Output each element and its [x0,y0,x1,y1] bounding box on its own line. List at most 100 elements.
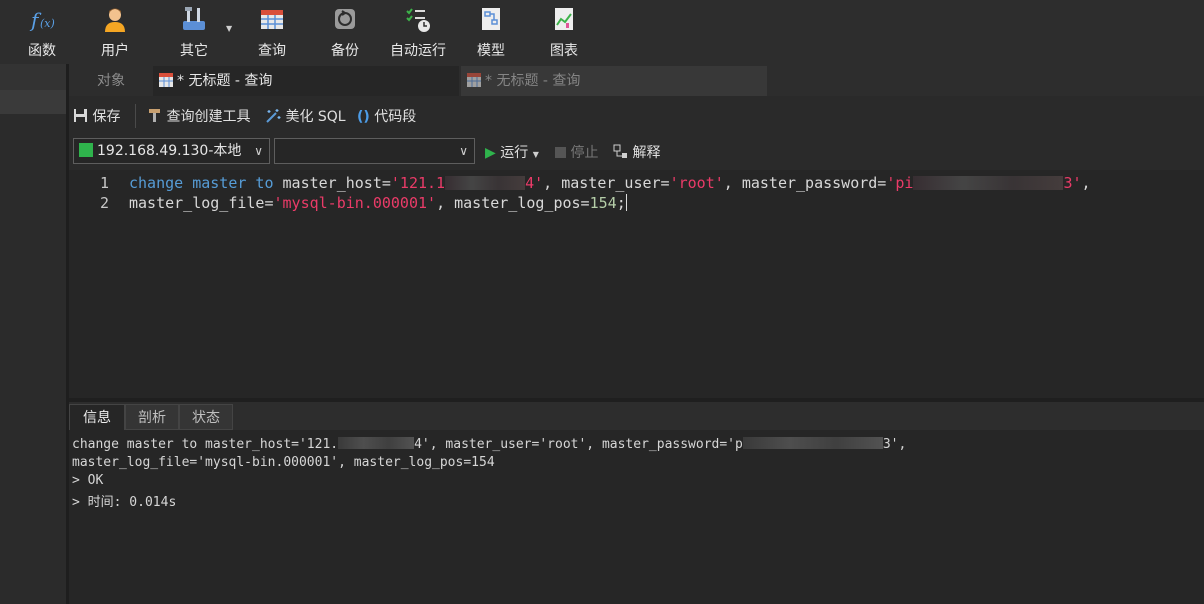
sql-text: , master_log_pos= [436,194,590,212]
tab-query-active[interactable]: * 无标题 - 查询 [153,66,459,96]
play-icon: ▶ [485,145,496,161]
tab-query-inactive[interactable]: * 无标题 - 查询 [461,66,767,96]
sql-string: 'mysql-bin.000001' [273,194,437,212]
main-toolbar: f (x) 函数 用户 其它 ▼ 查询 备份 自动运行 模型 图表 [0,0,1204,64]
toolbar-model-label: 模型 [477,43,505,59]
toolbar-query-button[interactable]: 查询 [248,0,296,64]
stop-label: 停止 [570,145,599,161]
query-grid-icon [467,73,481,87]
line-number-gutter: 1 2 [69,170,125,398]
sql-text: master_host= [273,174,391,192]
explain-icon [613,144,627,158]
beautify-sql-label: 美化 SQL [285,109,346,125]
run-button[interactable]: ▶ 运行 ▼ [485,142,539,162]
chart-icon [555,8,573,30]
user-icon [105,8,125,32]
explain-label: 解释 [632,145,661,161]
toolbar-backup-label: 备份 [331,43,359,59]
sql-editor[interactable]: 1 2 change master to master_host='121.1 4… [69,170,1204,398]
result-message-pane: change master to master_host='121. 4', ma… [69,430,1204,604]
toolbar-query-label: 查询 [258,43,286,59]
query-builder-button[interactable]: 查询创建工具 [147,106,250,126]
result-text: 3', [882,437,907,452]
query-grid-icon [159,73,173,87]
line-number: 2 [99,194,109,212]
toolbar-function-label: 函数 [28,43,56,59]
navigator-selected-item[interactable] [0,90,66,114]
stop-button[interactable]: 停止 [555,142,598,162]
text-cursor [625,194,627,211]
result-line: > 时间: 0.014s [72,495,177,510]
code-line-1: change master to master_host='121.1 4', m… [129,174,1091,192]
toolbar-model-button[interactable]: 模型 [467,0,515,64]
run-label: 运行 [500,145,529,161]
navigator-header [0,64,66,90]
connection-icon [79,143,93,157]
sql-string: 'pi [886,174,914,192]
chevron-down-icon: ∨ [254,144,263,158]
query-grid-icon [261,10,283,29]
toolbar-chart-label: 图表 [550,43,578,59]
beautify-sql-button[interactable]: 美化 SQL [265,106,346,126]
run-dropdown-icon[interactable]: ▼ [533,150,539,159]
toolbar-backup-button[interactable]: 备份 [321,0,369,64]
toolbar-function-button[interactable]: f (x) 函数 [18,0,66,64]
code-line-2: master_log_file='mysql-bin.000001', mast… [129,194,627,212]
svg-text:(x): (x) [40,17,55,30]
tab-status[interactable]: 状态 [179,404,233,430]
sql-string: 'root' [669,174,724,192]
sql-text: ; [616,194,626,212]
function-icon: f (x) [29,8,55,32]
chevron-down-icon: ∨ [459,144,468,158]
tab-objects[interactable]: 对象 [69,66,153,96]
save-icon [74,109,87,122]
redacted-text [913,176,1064,190]
redacted-text [338,437,415,449]
toolbar-divider [135,104,136,128]
query-builder-label: 查询创建工具 [166,109,251,125]
save-button[interactable]: 保存 [73,106,120,126]
toolbar-autorun-button[interactable]: 自动运行 [384,0,452,64]
stop-icon [555,147,566,158]
code-snippet-button[interactable]: () 代码段 [357,106,416,126]
backup-icon [335,9,355,29]
redacted-text [445,176,526,190]
connection-select[interactable]: 192.168.49.130-本地 ∨ [73,138,270,164]
sql-string: 4' [525,174,544,192]
braces-icon: () [357,109,370,125]
sql-number: 154 [589,194,617,212]
toolbar-autorun-label: 自动运行 [390,43,446,59]
sql-text: , master_password= [723,174,887,192]
tab-bar: 对象 * 无标题 - 查询 * 无标题 - 查询 [69,64,1204,96]
toolbar-user-label: 用户 [101,43,129,59]
magic-wand-icon [266,109,281,123]
model-icon [482,8,500,30]
result-line: master_log_file='mysql-bin.000001', mast… [72,455,495,470]
result-tab-bar: 信息 剖析 状态 [69,402,1204,430]
line-number: 1 [99,174,109,192]
sql-text: , master_user= [543,174,670,192]
sql-string: '121.1 [390,174,446,192]
query-toolbar: 保存 查询创建工具 美化 SQL () 代码段 [69,96,1204,136]
toolbar-other-label: 其它 [180,43,208,59]
sql-text: master_log_file= [129,194,274,212]
result-line: > OK [72,473,104,488]
toolbar-chart-button[interactable]: 图表 [540,0,588,64]
tab-query-inactive-label: * 无标题 - 查询 [485,73,581,89]
hammer-icon [149,109,160,122]
navigator-panel[interactable] [0,90,66,604]
toolbar-other-button[interactable]: 其它 [170,0,218,64]
connection-select-value: 192.168.49.130-本地 [97,143,242,159]
code-snippet-label: 代码段 [374,109,417,125]
explain-button[interactable]: 解释 [613,142,660,162]
result-text: change master to master_host='121. [72,437,339,452]
toolbar-user-button[interactable]: 用户 [91,0,139,64]
sql-keyword: change master to [129,174,274,192]
database-select[interactable]: ∨ [274,138,475,164]
chevron-down-icon[interactable]: ▼ [226,24,232,33]
redacted-text [742,437,883,449]
tools-icon [183,7,205,30]
sql-string: 3' [1063,174,1082,192]
tab-info[interactable]: 信息 [69,404,125,430]
tab-profile[interactable]: 剖析 [125,404,179,430]
